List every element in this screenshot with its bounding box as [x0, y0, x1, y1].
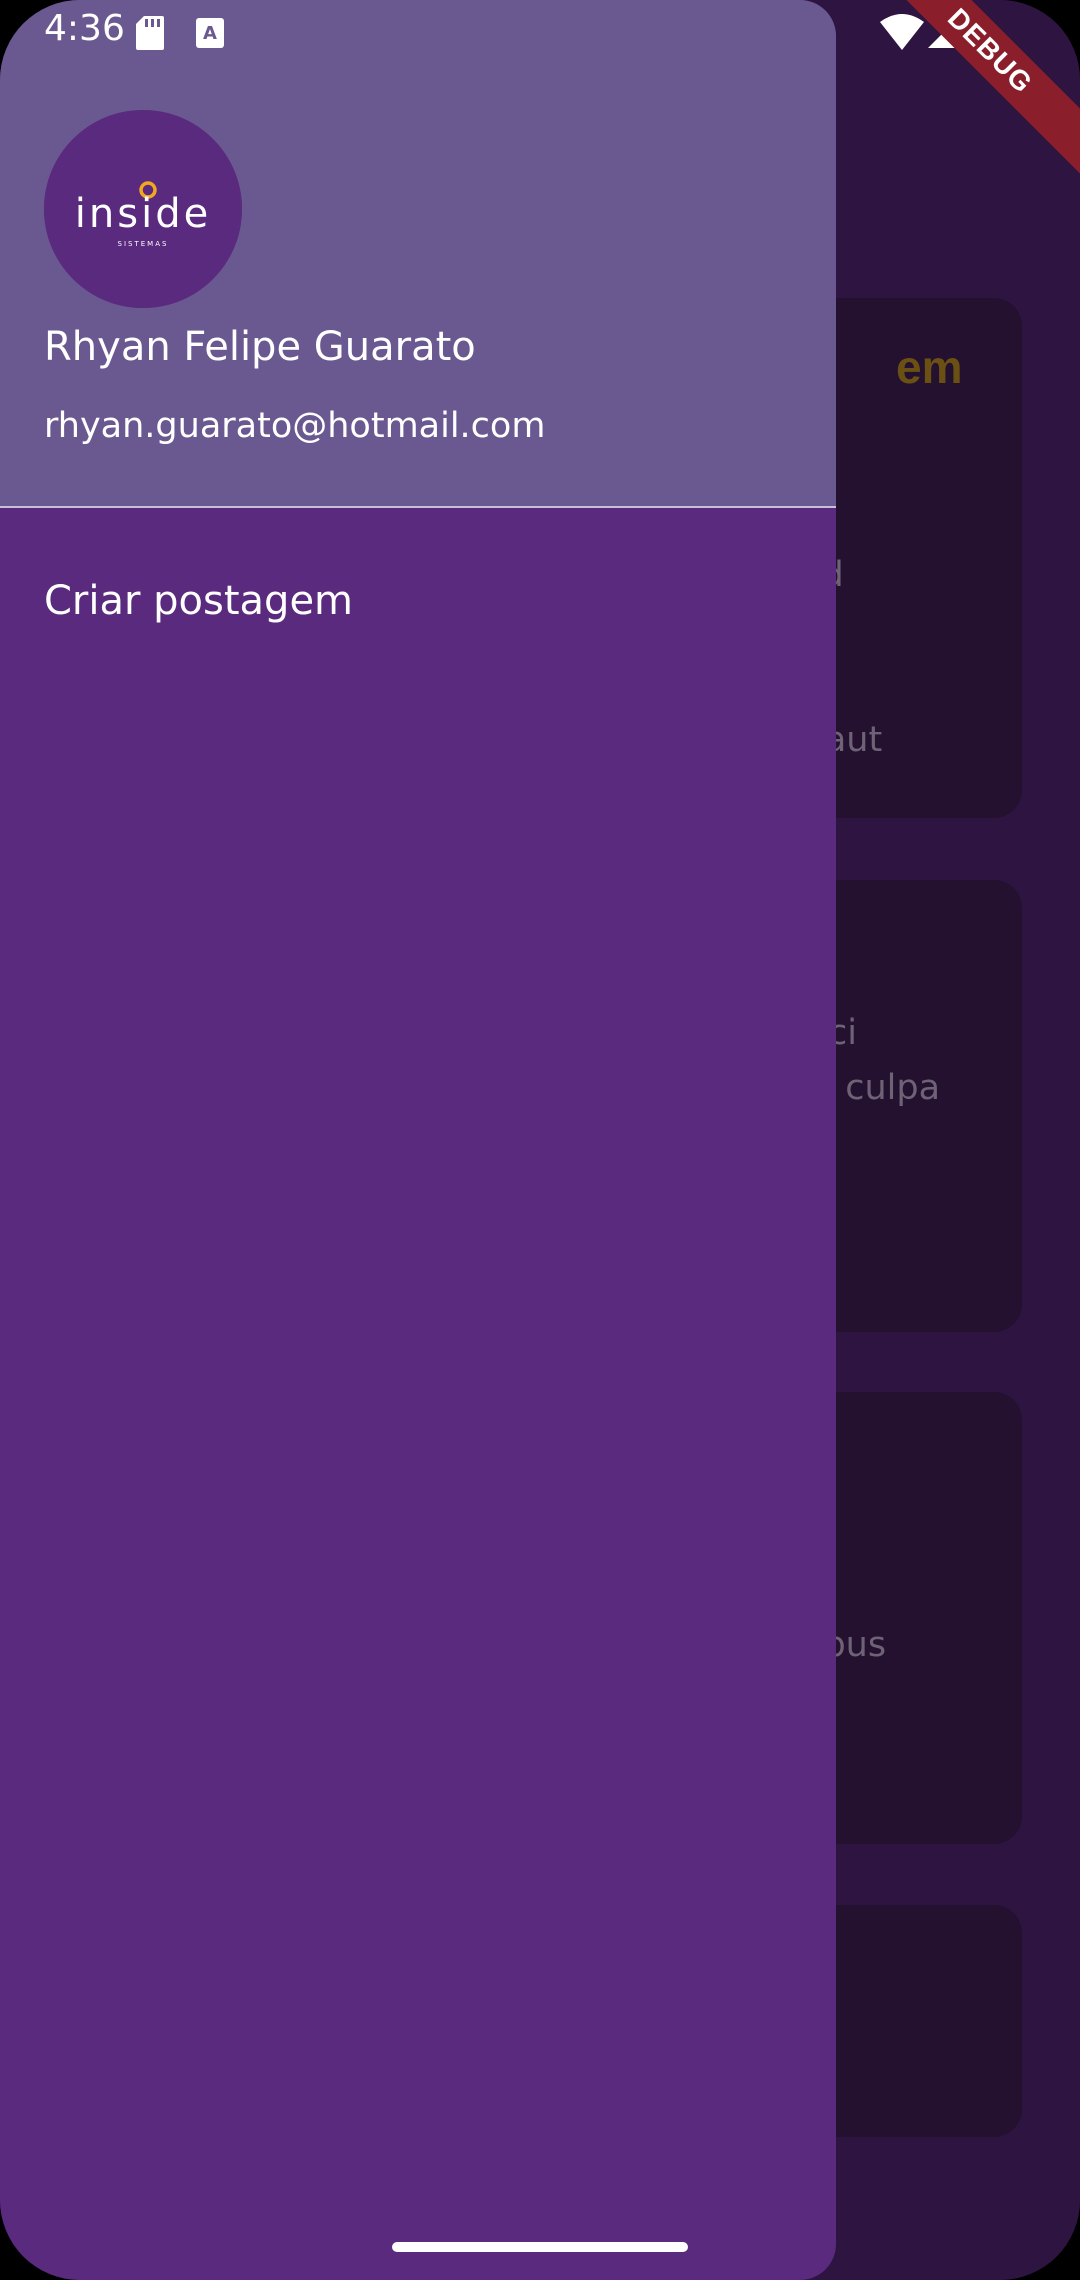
menu-item-criar-postagem[interactable]: Criar postagem: [0, 556, 836, 656]
phone-screen: em ad is t aut isci m culpa tibus inside…: [0, 0, 1080, 2280]
drawer-header: inside SISTEMAS Rhyan Felipe Guarato rhy…: [0, 0, 836, 508]
inside-logo-icon: inside SISTEMAS: [44, 110, 242, 308]
post-title: em: [896, 341, 963, 393]
menu-item-label: Criar postagem: [44, 578, 354, 624]
svg-text:inside: inside: [75, 191, 211, 237]
avatar[interactable]: inside SISTEMAS: [44, 110, 242, 308]
svg-text:SISTEMAS: SISTEMAS: [118, 240, 169, 248]
wifi-icon: [880, 14, 924, 50]
navigation-drawer: inside SISTEMAS Rhyan Felipe Guarato rhy…: [0, 0, 836, 2280]
status-time: 4:36: [44, 8, 125, 49]
sd-card-icon: [136, 16, 164, 50]
user-email: rhyan.guarato@hotmail.com: [44, 406, 546, 446]
home-indicator[interactable]: [392, 2242, 688, 2252]
svg-text:A: A: [203, 23, 217, 44]
user-name: Rhyan Felipe Guarato: [44, 324, 476, 370]
text-a-icon: A: [196, 18, 224, 48]
